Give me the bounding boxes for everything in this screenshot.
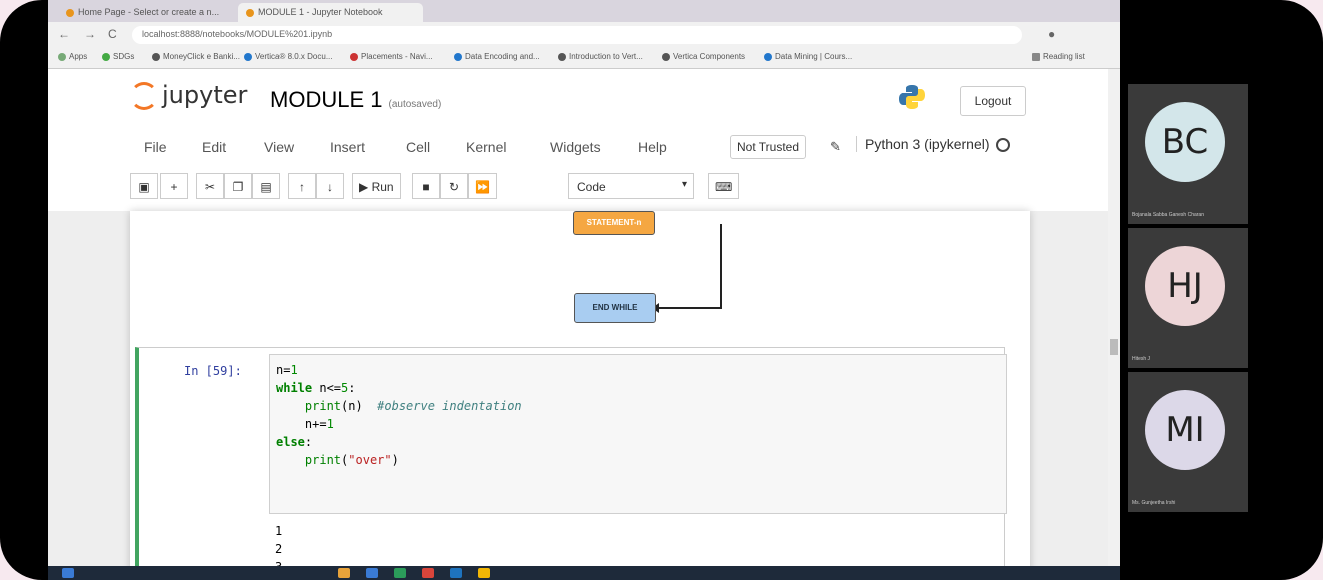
avatar: HJ	[1145, 246, 1225, 326]
browser-tab-active[interactable]: MODULE 1 - Jupyter Notebook	[238, 3, 423, 22]
bookmark-item[interactable]: Vertica® 8.0.x Docu...	[244, 52, 332, 61]
output-line: 1	[275, 524, 283, 538]
bookmark-item[interactable]: Apps	[58, 52, 87, 61]
logout-button[interactable]: Logout	[960, 86, 1026, 116]
flowchart-connector	[720, 224, 722, 308]
forward-icon[interactable]: →	[84, 27, 96, 41]
bookmark-item[interactable]: MoneyClick e Banki...	[152, 52, 240, 61]
bookmark-item[interactable]: Data Mining | Cours...	[764, 52, 852, 61]
pencil-icon[interactable]: ✎	[830, 139, 841, 155]
avatar: MI	[1145, 390, 1225, 470]
bookmark-item[interactable]: Placements - Navi...	[350, 52, 433, 61]
video-frame: Home Page - Select or create a n... MODU…	[0, 0, 1323, 580]
bookmark-item[interactable]: SDGs	[102, 52, 134, 61]
cut-icon[interactable]: ✂	[196, 173, 224, 199]
move-up-icon[interactable]: ↑	[288, 173, 316, 199]
menu-kernel[interactable]: Kernel	[466, 139, 506, 155]
notebook-title[interactable]: MODULE 1 (autosaved)	[270, 87, 441, 113]
keyboard-icon[interactable]: ⌨	[708, 173, 740, 199]
flowchart-statement-box: STATEMENT-n	[573, 211, 655, 235]
notebook-page: STATEMENT-n END WHILE In [59]: n=1 while…	[130, 211, 1030, 580]
menu-cell[interactable]: Cell	[406, 139, 430, 155]
menu-insert[interactable]: Insert	[330, 139, 365, 155]
python-logo-icon	[899, 85, 925, 109]
menu-edit[interactable]: Edit	[202, 139, 226, 155]
menu-bar: File Edit View Insert Cell Kernel Widget…	[130, 131, 1030, 163]
not-trusted-button[interactable]: Not Trusted	[730, 135, 807, 159]
participant-tile[interactable]: HJ Hitesh J	[1128, 228, 1248, 368]
browser-tabbar: Home Page - Select or create a n... MODU…	[48, 0, 1120, 22]
bookmark-item[interactable]: Data Encoding and...	[454, 52, 540, 61]
url-input[interactable]: localhost:8888/notebooks/MODULE%201.ipyn…	[132, 26, 1022, 44]
taskbar-app-icon[interactable]	[366, 568, 378, 578]
participants-panel: BC Bojanala Sabba Ganesh Charan HJ Hites…	[1128, 84, 1248, 514]
bookmark-item[interactable]: Introduction to Vert...	[558, 52, 643, 61]
participant-name: Hitesh J	[1132, 356, 1151, 362]
notebook-toolbar: ▣ + ✂ ❐ ▤ ↑ ↓ ▶ Run ■ ↻ ⏩ Code ▾ ⌨	[130, 173, 1030, 203]
menu-widgets[interactable]: Widgets	[550, 139, 601, 155]
shared-screen: Home Page - Select or create a n... MODU…	[48, 0, 1120, 580]
start-icon[interactable]	[62, 568, 74, 578]
menu-view[interactable]: View	[264, 139, 294, 155]
page-scrollbar[interactable]	[1108, 69, 1120, 580]
taskbar-app-icon[interactable]	[478, 568, 490, 578]
menu-help[interactable]: Help	[638, 139, 667, 155]
jupyter-logo-icon	[130, 82, 158, 110]
save-icon[interactable]: ▣	[130, 173, 158, 199]
notebook-body: STATEMENT-n END WHILE In [59]: n=1 while…	[48, 211, 1110, 580]
participant-tile[interactable]: MI Ms. Gunjeetha Irshi	[1128, 372, 1248, 512]
taskbar-app-icon[interactable]	[422, 568, 434, 578]
tab-favicon-icon	[66, 8, 74, 17]
scrollbar-thumb[interactable]	[1110, 339, 1118, 355]
taskbar	[48, 566, 1120, 580]
jupyter-header: jupyter MODULE 1 (autosaved) Logout File …	[48, 69, 1110, 212]
cell-prompt: In [59]:	[184, 364, 242, 378]
bookmark-item[interactable]: Vertica Components	[662, 52, 745, 61]
stop-icon[interactable]: ■	[412, 173, 440, 199]
reading-list[interactable]: Reading list	[1032, 52, 1085, 61]
chevron-down-icon: ▾	[681, 179, 687, 190]
code-text[interactable]: n=1 while n<=5: print(n) #observe indent…	[276, 361, 522, 469]
fast-forward-icon[interactable]: ⏩	[468, 173, 497, 199]
flowchart-arrow	[652, 303, 722, 313]
autosave-status: (autosaved)	[388, 99, 442, 110]
jupyter-favicon-icon	[246, 8, 254, 17]
move-down-icon[interactable]: ↓	[316, 173, 344, 199]
reload-icon[interactable]: C	[108, 27, 117, 41]
kernel-indicator[interactable]: Python 3 (ipykernel)	[856, 136, 1010, 153]
menu-file[interactable]: File	[144, 139, 167, 155]
jupyter-logo[interactable]: jupyter	[130, 81, 247, 110]
paste-icon[interactable]: ▤	[252, 173, 280, 199]
restart-icon[interactable]: ↻	[440, 173, 468, 199]
code-editor[interactable]: n=1 while n<=5: print(n) #observe indent…	[269, 354, 1007, 514]
copy-icon[interactable]: ❐	[224, 173, 252, 199]
insert-cell-icon[interactable]: +	[160, 173, 188, 199]
profile-icon[interactable]: ●	[1048, 27, 1055, 41]
flowchart-endwhile-box: END WHILE	[574, 293, 656, 323]
kernel-idle-icon	[995, 138, 1010, 153]
participant-name: Bojanala Sabba Ganesh Charan	[1132, 212, 1204, 218]
cell-type-select[interactable]: Code ▾	[568, 173, 694, 199]
browser-tab[interactable]: Home Page - Select or create a n...	[58, 3, 233, 22]
taskbar-app-icon[interactable]	[338, 568, 350, 578]
participant-tile[interactable]: BC Bojanala Sabba Ganesh Charan	[1128, 84, 1248, 224]
code-cell[interactable]: In [59]: n=1 while n<=5: print(n) #obser…	[135, 347, 1007, 580]
address-bar: ← → C localhost:8888/notebooks/MODULE%20…	[48, 22, 1120, 48]
avatar: BC	[1145, 102, 1225, 182]
participant-name: Ms. Gunjeetha Irshi	[1132, 500, 1176, 506]
output-line: 2	[275, 542, 283, 556]
taskbar-app-icon[interactable]	[450, 568, 462, 578]
run-button[interactable]: ▶ Run	[352, 173, 401, 199]
bookmarks-bar: Apps SDGs MoneyClick e Banki... Vertica®…	[48, 48, 1120, 69]
back-icon[interactable]: ←	[58, 27, 70, 41]
taskbar-app-icon[interactable]	[394, 568, 406, 578]
